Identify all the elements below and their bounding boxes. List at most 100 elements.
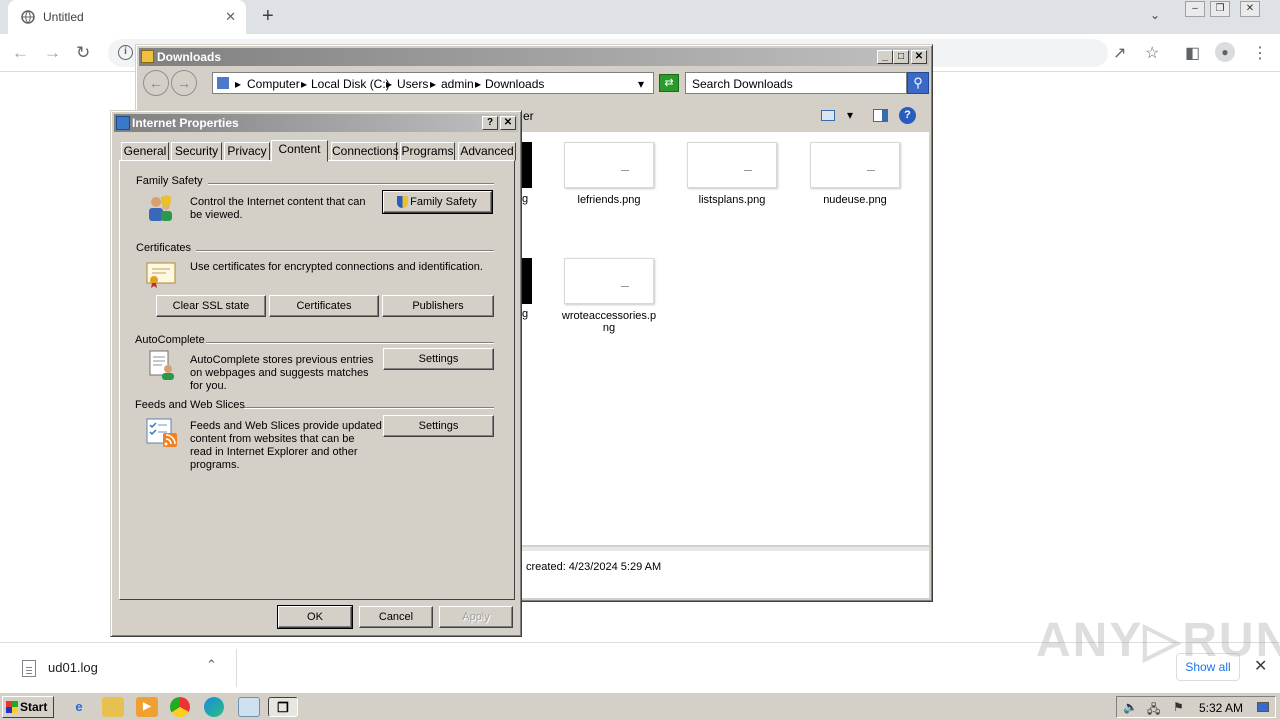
apply-button[interactable]: Apply [439, 606, 513, 628]
clear-ssl-state-button[interactable]: Clear SSL state [156, 295, 266, 317]
file-name: wroteaccessories.png [561, 310, 657, 334]
explorer-close-button[interactable]: ✕ [911, 50, 927, 64]
info-icon[interactable]: i [118, 45, 133, 60]
explorer-forward-icon[interactable]: → [171, 70, 197, 96]
reload-icon[interactable]: ↻ [76, 43, 90, 63]
feeds-text-3: read in Internet Explorer and other [190, 446, 358, 458]
explorer-minimize-button[interactable]: _ [877, 50, 893, 64]
explorer-maximize-button[interactable]: □ [893, 50, 909, 64]
forward-arrow-icon[interactable]: → [44, 43, 61, 63]
views-icon[interactable] [821, 110, 835, 121]
restore-button[interactable]: ❐ [1210, 1, 1230, 17]
explorer-title-bar[interactable]: Downloads _ □ ✕ [139, 48, 929, 66]
windows-taskbar: Start e ▶ ❐ 🔈 🖧 ⚑ 5:32 AM [0, 692, 1280, 720]
file-explorer-icon[interactable] [102, 697, 124, 717]
preview-pane-icon[interactable] [873, 109, 888, 122]
certificates-heading: Certificates [136, 242, 192, 254]
explorer-address-bar[interactable]: ▸ Computer ▸ Local Disk (C:) ▸ Users ▸ a… [212, 72, 654, 94]
cancel-button[interactable]: Cancel [359, 606, 433, 628]
file-name: lefriends.png [577, 194, 641, 206]
certificates-text: Use certificates for encrypted connectio… [190, 261, 483, 273]
internet-properties-dialog: Internet Properties ? ✕ General Security … [110, 110, 522, 637]
breadcrumb-local-disk[interactable]: Local Disk (C:) [311, 77, 390, 91]
file-icon [22, 660, 36, 677]
breadcrumb-downloads[interactable]: Downloads [485, 77, 544, 91]
file-item[interactable]: nudeuse.png [805, 142, 905, 206]
dialog-close-button[interactable]: ✕ [500, 116, 516, 130]
explorer-back-icon[interactable]: ← [143, 70, 169, 96]
tab-content[interactable]: Content [271, 140, 328, 162]
side-panel-icon[interactable]: ◧ [1185, 43, 1200, 63]
globe-icon [21, 10, 35, 24]
internet-properties-icon [116, 116, 130, 130]
anyrun-watermark-logo: ANY▷RUN [1036, 614, 1280, 667]
bookmark-star-icon[interactable]: ☆ [1145, 43, 1159, 63]
family-safety-button[interactable]: Family Safety [382, 190, 493, 214]
windows-logo-icon [6, 701, 18, 713]
show-desktop-icon[interactable] [1257, 702, 1269, 712]
media-player-icon[interactable]: ▶ [136, 697, 158, 717]
file-label-partial: g [522, 193, 529, 205]
autocomplete-settings-button[interactable]: Settings [383, 348, 494, 370]
tab-close-icon[interactable]: ✕ [225, 9, 236, 25]
address-dropdown-icon[interactable]: ▾ [638, 77, 644, 91]
file-item[interactable]: listsplans.png [682, 142, 782, 206]
feeds-settings-button[interactable]: Settings [383, 415, 494, 437]
volume-icon[interactable]: 🔈 [1123, 700, 1138, 714]
help-button[interactable]: ? [482, 116, 498, 130]
autocomplete-text-3: for you. [190, 380, 227, 392]
dialog-title: Internet Properties [132, 116, 239, 130]
action-center-flag-icon[interactable]: ⚑ [1173, 700, 1184, 714]
tab-general[interactable]: General [121, 142, 169, 161]
family-safety-text-2: be viewed. [190, 209, 243, 221]
notepad-icon[interactable] [238, 697, 260, 717]
new-tab-button[interactable]: + [262, 5, 274, 28]
autocomplete-text-2: on webpages and suggests matches [190, 367, 369, 379]
views-dropdown-icon[interactable]: ▾ [847, 108, 853, 122]
start-button[interactable]: Start [2, 696, 54, 718]
search-icon[interactable]: ⚲ [907, 72, 929, 94]
refresh-icon[interactable]: ⇄ [659, 74, 679, 92]
computer-icon [217, 77, 229, 89]
profile-avatar-icon[interactable]: ● [1215, 42, 1235, 62]
tab-security[interactable]: Security [171, 142, 222, 161]
family-safety-button-label: Family Safety [410, 196, 477, 208]
internet-explorer-icon[interactable]: e [68, 697, 90, 717]
folder-icon [141, 50, 154, 63]
download-file-name[interactable]: ud01.log [48, 660, 98, 675]
file-item[interactable]: lefriends.png [559, 142, 659, 206]
share-icon[interactable]: ↗ [1113, 43, 1126, 63]
command-bar-partial-label[interactable]: er [523, 109, 534, 123]
breadcrumb-admin[interactable]: admin [441, 77, 474, 91]
file-item[interactable]: wroteaccessories.png [559, 258, 659, 334]
dialog-title-bar[interactable]: Internet Properties ? ✕ [114, 114, 518, 132]
image-thumbnail [687, 142, 777, 188]
clock[interactable]: 5:32 AM [1199, 701, 1243, 715]
edge-icon[interactable] [204, 697, 224, 717]
browser-tab[interactable]: Untitled ✕ [8, 0, 246, 34]
chevron-up-icon[interactable]: ⌃ [206, 657, 217, 673]
tab-advanced[interactable]: Advanced [458, 142, 516, 161]
chrome-icon[interactable] [170, 697, 190, 717]
more-menu-icon[interactable]: ⋮ [1252, 43, 1268, 63]
minimize-button[interactable]: – [1185, 1, 1205, 17]
tab-title: Untitled [43, 10, 84, 24]
certificates-button[interactable]: Certificates [269, 295, 379, 317]
tab-programs[interactable]: Programs [400, 142, 455, 161]
breadcrumb-computer[interactable]: Computer [247, 77, 300, 91]
search-input[interactable]: Search Downloads [685, 72, 907, 94]
tab-connections[interactable]: Connections [331, 142, 399, 161]
ok-button[interactable]: OK [277, 605, 353, 629]
tab-privacy[interactable]: Privacy [224, 142, 270, 161]
network-icon[interactable]: 🖧 [1147, 700, 1160, 720]
breadcrumb-users[interactable]: Users [397, 77, 428, 91]
back-arrow-icon[interactable]: ← [12, 43, 29, 63]
family-safety-heading: Family Safety [136, 175, 203, 187]
close-window-button[interactable]: ✕ [1240, 1, 1260, 17]
publishers-button[interactable]: Publishers [382, 295, 494, 317]
start-label: Start [20, 700, 48, 714]
file-name: listsplans.png [698, 194, 766, 206]
internet-properties-taskbar-icon[interactable]: ❐ [268, 697, 298, 717]
help-icon[interactable]: ? [899, 107, 916, 124]
tab-search-chevron-icon[interactable]: ⌄ [1150, 8, 1160, 22]
